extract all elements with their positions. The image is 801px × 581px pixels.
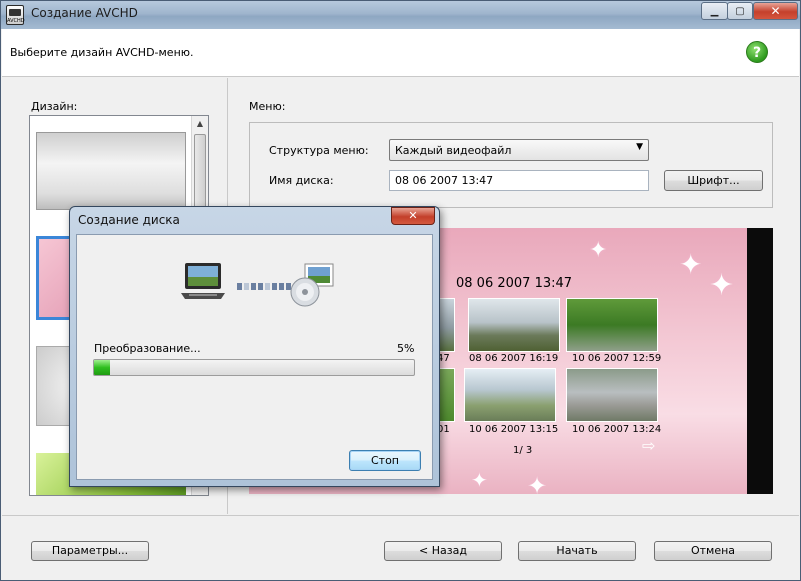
stop-button[interactable]: Стоп — [349, 450, 421, 471]
sparkle-icon: ✦ — [709, 268, 735, 303]
parameters-button[interactable]: Параметры... — [31, 541, 149, 561]
preview-title: 08 06 2007 13:47 — [456, 276, 573, 291]
back-button[interactable]: < Назад — [384, 541, 502, 561]
preview-letterbox — [747, 228, 773, 494]
title-bar[interactable]: AVCHD Создание AVCHD ▁ ▢ ✕ — [1, 1, 800, 29]
minimize-button[interactable]: ▁ — [701, 2, 728, 20]
preview-thumbnail — [566, 298, 658, 352]
menu-structure-value: Каждый видеофайл — [395, 144, 512, 157]
menu-structure-select[interactable]: Каждый видеофайл ▼ — [389, 139, 649, 161]
progress-percent: 5% — [397, 342, 415, 355]
preview-page-indicator: 1/ 3 — [513, 445, 533, 456]
create-disc-dialog: Создание диска ✕ Преобразование... 5% Ст… — [69, 206, 440, 487]
disc-name-label: Имя диска: — [269, 174, 334, 187]
header-panel: Выберите дизайн AVCHD-меню. ? — [2, 29, 799, 77]
instruction-text: Выберите дизайн AVCHD-меню. — [10, 46, 194, 59]
preview-thumbnail — [468, 298, 560, 352]
preview-caption: 10 06 2007 13:24 — [572, 424, 662, 435]
progress-bar — [93, 359, 415, 376]
menu-label: Меню: — [249, 100, 286, 113]
sparkle-icon: ✦ — [527, 472, 548, 494]
dialog-body: Преобразование... 5% Стоп — [76, 234, 433, 480]
preview-thumbnail — [566, 368, 658, 422]
next-arrow-icon: ⇨ — [642, 436, 656, 455]
font-button[interactable]: Шрифт... — [664, 170, 763, 191]
disc-name-input[interactable]: 08 06 2007 13:47 — [389, 170, 649, 191]
progress-label: Преобразование... — [94, 342, 201, 355]
sparkle-icon: ✦ — [679, 248, 703, 281]
window-title: Создание AVCHD — [31, 6, 138, 20]
progress-fill — [94, 360, 110, 375]
scroll-up-icon[interactable]: ▲ — [192, 116, 208, 132]
menu-structure-label: Структура меню: — [269, 144, 369, 157]
preview-caption: 10 06 2007 12:59 — [572, 353, 662, 364]
sparkle-icon: ✦ — [471, 468, 488, 492]
design-label: Дизайн: — [31, 100, 78, 113]
help-icon[interactable]: ? — [746, 41, 768, 63]
design-thumbnail-silver[interactable] — [36, 132, 186, 210]
start-button[interactable]: Начать — [518, 541, 636, 561]
laptop-icon — [181, 263, 225, 299]
preview-caption: 08 06 2007 16:19 — [469, 353, 559, 364]
close-button[interactable]: ✕ — [753, 2, 798, 20]
horizontal-divider — [2, 515, 799, 516]
sparkle-icon: ✦ — [589, 238, 608, 263]
preview-thumbnail — [464, 368, 556, 422]
app-icon-text: AVCHD — [7, 18, 25, 24]
dialog-title: Создание диска — [78, 213, 180, 227]
maximize-button[interactable]: ▢ — [727, 2, 753, 20]
dialog-close-button[interactable]: ✕ — [391, 207, 435, 225]
chevron-down-icon: ▼ — [636, 142, 643, 152]
disc-icon — [290, 263, 334, 307]
cancel-button[interactable]: Отмена — [654, 541, 772, 561]
avchd-app-icon: AVCHD — [6, 5, 25, 25]
preview-caption: 10 06 2007 13:15 — [469, 424, 559, 435]
transfer-dots — [237, 283, 291, 290]
menu-settings-frame — [249, 122, 773, 208]
